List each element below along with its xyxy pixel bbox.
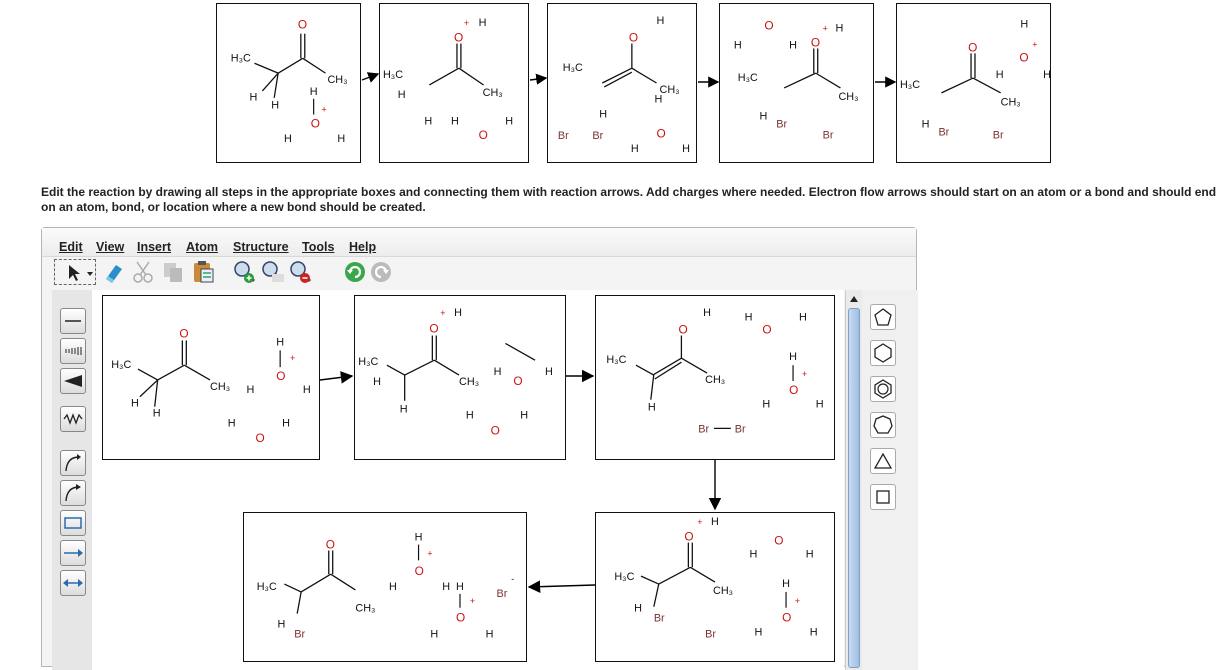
main-toolbar (54, 257, 394, 289)
text-box-icon[interactable] (60, 510, 86, 536)
drawing-canvas[interactable]: O H₃C CH₃ H H H + O H H H O H O + H H₃C … (92, 290, 844, 670)
cut-icon[interactable] (130, 259, 156, 285)
undo-icon[interactable] (342, 259, 368, 285)
eraser-icon[interactable] (100, 259, 126, 285)
structure-editor: Edit View Insert Atom Structure Tools He… (41, 227, 918, 670)
zoom-all-icon[interactable] (260, 259, 286, 285)
curved-arrow-double-icon[interactable] (60, 480, 86, 506)
left-toolbar (52, 290, 93, 670)
menu-view[interactable]: View (96, 240, 124, 254)
menu-bar: Edit View Insert Atom Structure Tools He… (42, 228, 916, 257)
cyclohexane-icon[interactable] (870, 340, 896, 366)
menu-structure[interactable]: Structure (233, 240, 289, 254)
equilibrium-arrow-icon[interactable] (60, 570, 86, 596)
vertical-scrollbar[interactable] (845, 290, 862, 670)
menu-insert[interactable]: Insert (137, 240, 171, 254)
reaction-arrow-icon[interactable] (60, 540, 86, 566)
scroll-thumb[interactable] (848, 308, 860, 668)
menu-tools[interactable]: Tools (302, 240, 334, 254)
wavy-bond-icon[interactable] (60, 406, 86, 432)
redo-icon[interactable] (368, 259, 394, 285)
square-icon[interactable] (870, 484, 896, 510)
zoom-in-icon[interactable] (232, 259, 258, 285)
right-toolbar (862, 290, 918, 670)
select-arrow-icon[interactable] (54, 259, 96, 285)
benzene-icon[interactable] (870, 376, 896, 402)
cycloheptane-icon[interactable] (870, 412, 896, 438)
menu-edit[interactable]: Edit (59, 240, 83, 254)
hash-bond-icon[interactable] (60, 338, 86, 364)
cyclopentane-icon[interactable] (870, 304, 896, 330)
menu-help[interactable]: Help (349, 240, 376, 254)
paste-icon[interactable] (190, 259, 216, 285)
wedge-bond-icon[interactable] (60, 368, 86, 394)
preview-arrows (361, 72, 897, 88)
scroll-up-icon[interactable] (848, 292, 860, 304)
zoom-out-icon[interactable] (288, 259, 314, 285)
triangle-icon[interactable] (870, 448, 896, 474)
curved-arrow-single-icon[interactable] (60, 450, 86, 476)
menu-atom[interactable]: Atom (186, 240, 218, 254)
instructions-text: Edit the reaction by drawing all steps i… (41, 185, 1217, 214)
canvas-reaction-arrows (319, 369, 722, 593)
copy-icon[interactable] (160, 259, 186, 285)
single-bond-icon[interactable] (60, 308, 86, 334)
